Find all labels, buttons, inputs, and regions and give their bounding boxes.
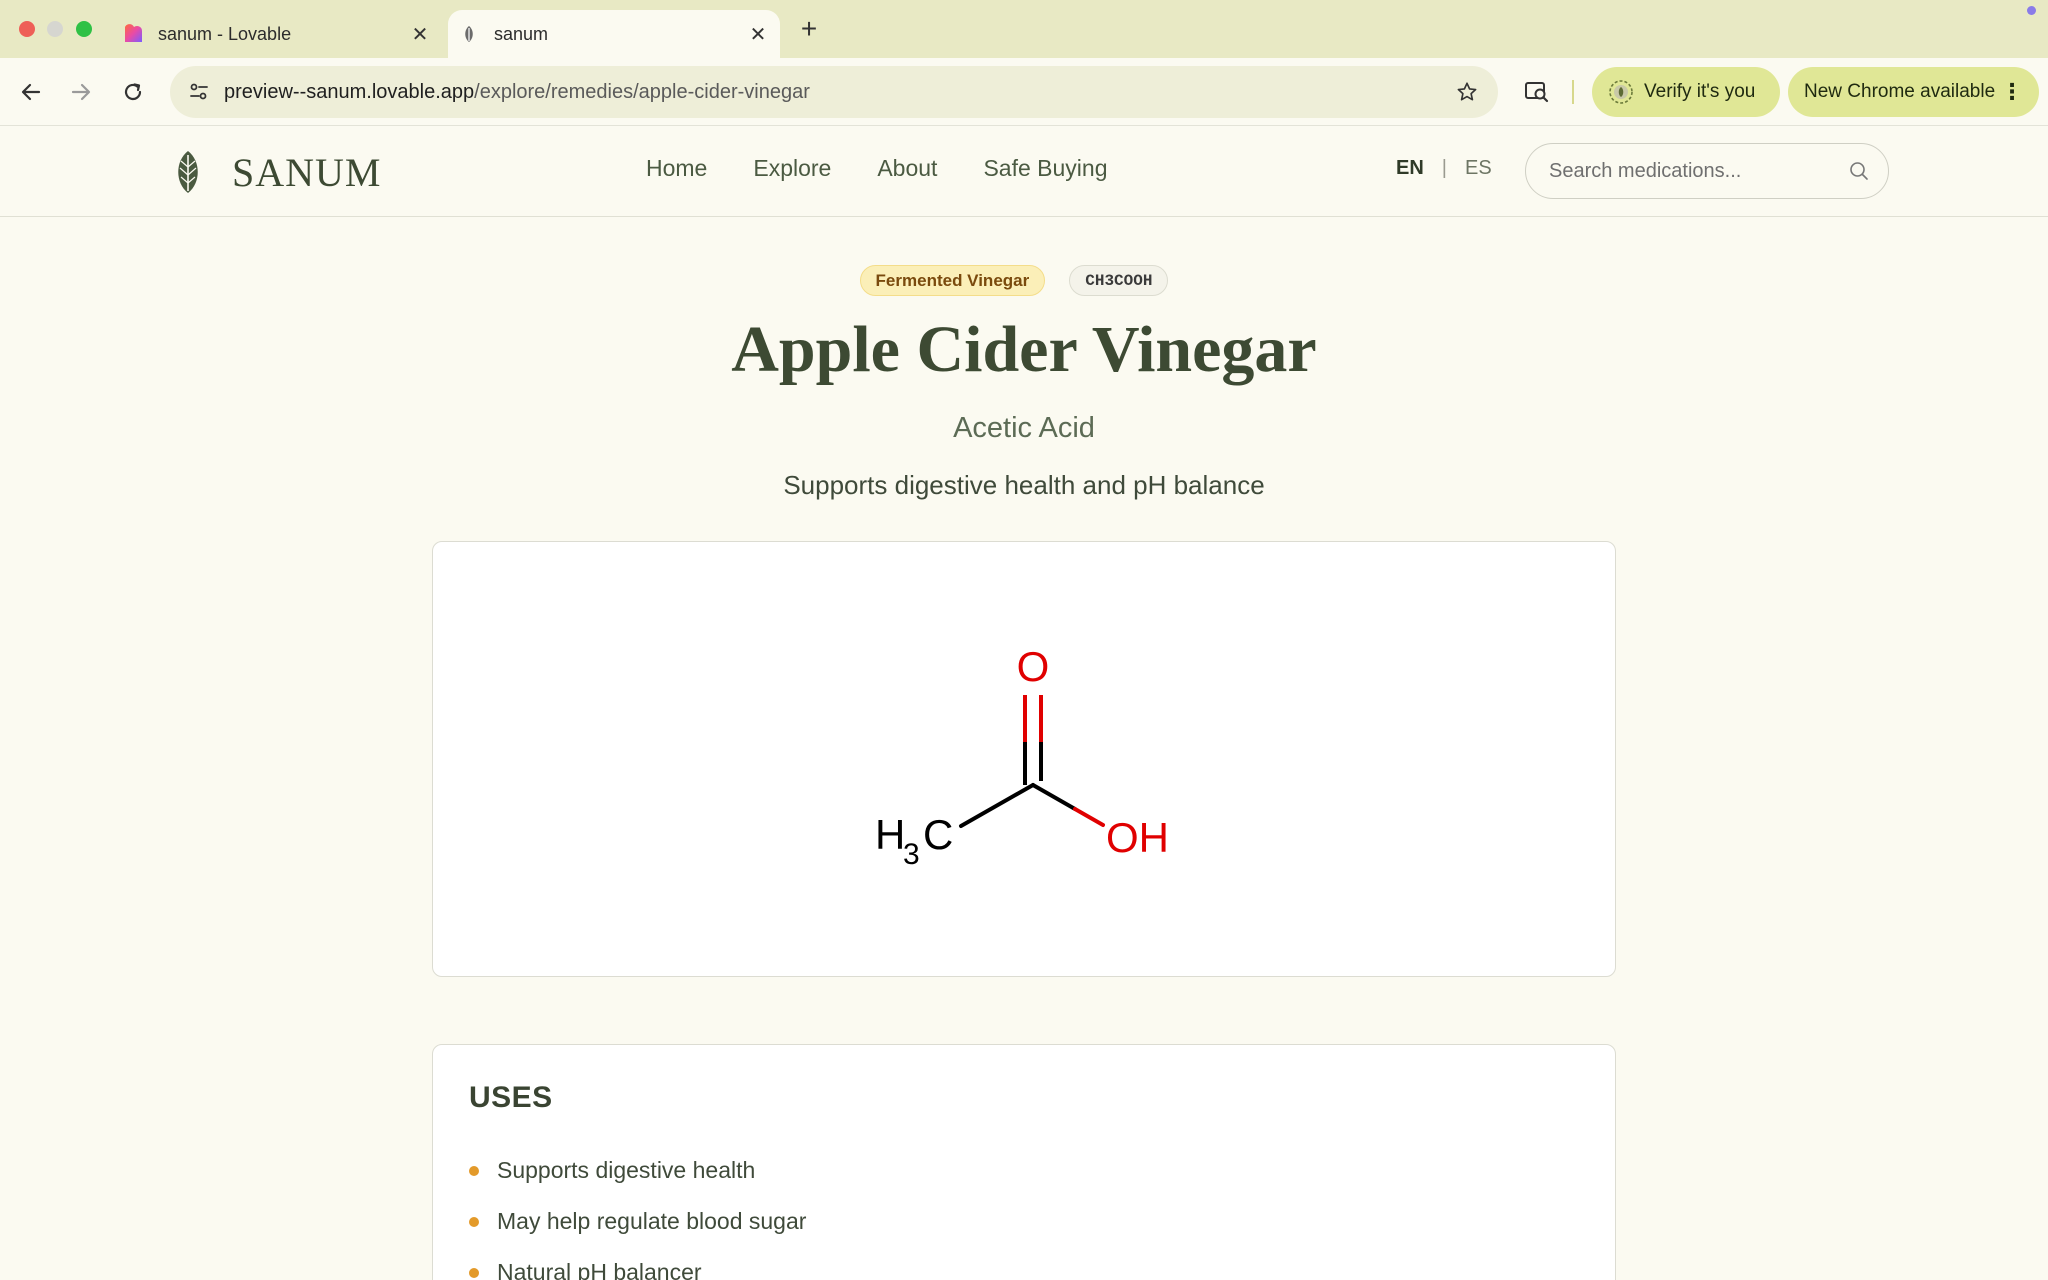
bookmark-star-icon[interactable] [1452,77,1482,107]
leaf-logo-icon [178,151,198,193]
lens-search-icon [1525,82,1549,103]
more-menu-icon[interactable]: ⋮ [2001,81,2023,103]
uses-heading: USES [469,1081,553,1114]
lang-en[interactable]: EN [1396,157,1424,180]
methyl-h-label: H [875,811,905,858]
brand-logo[interactable]: SANUM [170,145,381,199]
url-host: preview--sanum.lovable.app [224,80,475,103]
list-item: Supports digestive health [469,1145,806,1196]
arrow-right-icon [71,83,91,101]
methyl-subscript-label: 3 [903,838,920,871]
browser-tab-bar: sanum - Lovable ✕ sanum ✕ + [0,0,2048,58]
search-box [1525,143,1889,199]
list-item: May help regulate blood sugar [469,1196,806,1247]
close-tab-icon[interactable]: ✕ [744,20,772,48]
page-title: Apple Cider Vinegar [731,313,1317,386]
browser-toolbar: preview--sanum.lovable.app/explore/remed… [0,58,2048,126]
new-tab-button[interactable]: + [794,13,824,44]
reload-icon [124,83,142,101]
tab-title: sanum - Lovable [158,23,292,44]
nav-explore[interactable]: Explore [753,155,831,182]
molecular-structure-card: O OH H 3 C [432,541,1616,977]
arrow-left-icon [21,83,41,101]
language-switcher: EN | ES [1396,157,1492,180]
tab-sanum-lovable[interactable]: sanum - Lovable ✕ [112,10,442,58]
compound-name: Acetic Acid [953,412,1095,444]
bond-carbon-oh-black [1031,783,1077,811]
formula-badge: CH3COOH [1069,265,1169,296]
use-text: May help regulate blood sugar [497,1208,807,1234]
lang-separator: | [1441,157,1447,179]
address-bar[interactable]: preview--sanum.lovable.app/explore/remed… [170,66,1498,118]
url-text[interactable]: preview--sanum.lovable.app/explore/remed… [224,81,1452,104]
use-text: Supports digestive health [497,1157,756,1183]
lang-es[interactable]: ES [1465,157,1492,180]
main-navigation: Home Explore About Safe Buying [646,155,1107,182]
category-badge: Fermented Vinegar [859,265,1046,296]
site-header: SANUM Home Explore About Safe Buying EN … [0,127,2048,217]
tab-title: sanum [494,23,549,44]
profile-indicator [2027,6,2036,15]
methyl-c-label: C [923,811,953,858]
carbonyl-oxygen-label: O [1017,643,1050,690]
use-text: Natural pH balancer [497,1259,702,1280]
list-item: Natural pH balancer [469,1247,806,1280]
brand-name: SANUM [232,149,382,195]
uses-card: USES Supports digestive health May help … [432,1044,1616,1280]
tab-sanum[interactable]: sanum ✕ [448,10,780,58]
back-button[interactable] [14,75,48,109]
lovable-heart-icon [122,23,144,45]
verify-identity-button[interactable]: Verify it's you [1592,67,1780,117]
google-lens-button[interactable] [1520,75,1554,109]
search-input[interactable] [1549,159,1846,183]
bullet-dot [469,1267,479,1278]
window-minimize-button[interactable] [47,21,63,37]
remedy-tagline: Supports digestive health and pH balance [783,470,1265,500]
uses-list: Supports digestive health May help regul… [469,1145,806,1280]
leaf-favicon-icon [458,23,480,45]
toolbar-separator [1572,80,1574,104]
verify-label: Verify it's you [1644,81,1756,102]
window-close-button[interactable] [19,21,35,37]
reload-button[interactable] [116,75,150,109]
bond-methyl-carbon [959,783,1035,828]
nav-safe-buying[interactable]: Safe Buying [983,155,1107,182]
bond-carbon-oh-red [1073,807,1105,827]
hydroxyl-label: OH [1106,814,1169,861]
nav-home[interactable]: Home [646,155,707,182]
acetic-acid-structure: O OH H 3 C [875,643,1169,871]
update-label: New Chrome available [1804,81,1996,102]
site-settings-icon[interactable] [184,77,214,107]
bullet-dot [469,1216,479,1227]
profile-verify-icon [1608,79,1634,105]
bullet-dot [469,1165,479,1176]
chrome-update-button[interactable]: New Chrome available ⋮ [1788,67,2039,117]
close-tab-icon[interactable]: ✕ [406,20,434,48]
forward-button[interactable] [64,75,98,109]
search-icon[interactable] [1846,158,1872,184]
url-path: /explore/remedies/apple-cider-vinegar [474,80,810,103]
nav-about[interactable]: About [877,155,937,182]
remedy-tags: Fermented Vinegar CH3COOH [0,265,2048,296]
window-zoom-button[interactable] [76,21,92,37]
